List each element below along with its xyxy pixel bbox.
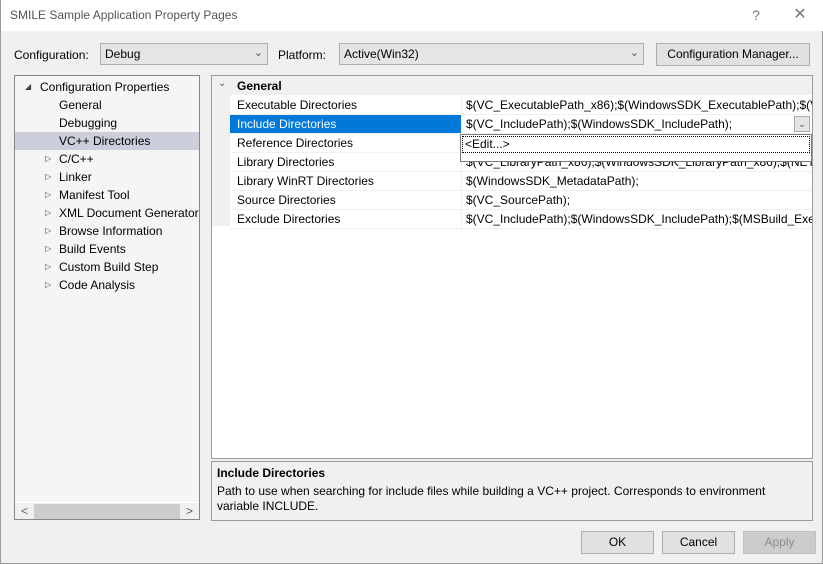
expand-triangle-icon[interactable]: ▷ <box>45 204 51 222</box>
tree-item-label: Build Events <box>59 242 126 256</box>
platform-value: Active(Win32) <box>344 47 419 61</box>
property-pages-dialog: SMILE Sample Application Property Pages … <box>0 0 823 564</box>
close-button[interactable]: ✕ <box>785 4 815 26</box>
chevron-down-icon: ⌄ <box>629 47 639 59</box>
tree-item-label: VC++ Directories <box>59 134 151 148</box>
property-name[interactable]: Library WinRT Directories <box>230 172 462 190</box>
collapse-chevron-icon[interactable]: ⌄ <box>218 78 226 89</box>
tree-item-vc-directories[interactable]: VC++ Directories <box>15 132 199 150</box>
description-title: Include Directories <box>217 466 326 480</box>
ok-button[interactable]: OK <box>581 531 654 554</box>
property-row-include-directories[interactable]: Include Directories $(VC_IncludePath);$(W… <box>230 115 812 134</box>
property-name[interactable]: Executable Directories <box>230 96 462 114</box>
apply-button[interactable]: Apply <box>743 531 816 554</box>
tree-item-label: Custom Build Step <box>59 260 159 274</box>
platform-combo[interactable]: Active(Win32) ⌄ <box>339 43 644 65</box>
help-button[interactable]: ? <box>741 4 771 26</box>
property-name[interactable]: Source Directories <box>230 191 462 209</box>
property-row-executable-directories[interactable]: Executable Directories $(VC_ExecutablePat… <box>230 96 812 115</box>
dropdown-chevron-icon[interactable]: ⌄ <box>794 116 810 132</box>
tree-item-label: Linker <box>59 170 92 184</box>
tree-item-custom-build-step[interactable]: ▷ Custom Build Step <box>15 258 199 276</box>
tree-item-label: Browse Information <box>59 224 163 238</box>
property-value[interactable]: $(VC_IncludePath);$(WindowsSDK_IncludePa… <box>462 115 812 133</box>
tree-item-label: General <box>59 98 102 112</box>
configuration-manager-button[interactable]: Configuration Manager... <box>656 43 810 66</box>
property-tree: ◢ Configuration Properties General Debugg… <box>14 75 200 520</box>
description-text: Path to use when searching for include f… <box>217 484 766 513</box>
window-title: SMILE Sample Application Property Pages <box>10 8 238 22</box>
property-row-library-winrt-directories[interactable]: Library WinRT Directories $(WindowsSDK_Me… <box>230 172 812 191</box>
category-general[interactable]: ⌄ General <box>212 76 812 95</box>
tree-item-label: XML Document Generator <box>59 206 199 220</box>
property-row-exclude-directories[interactable]: Exclude Directories $(VC_IncludePath);$(W… <box>230 210 812 229</box>
title-bar: SMILE Sample Application Property Pages … <box>1 0 823 31</box>
tree-item-browse-information[interactable]: ▷ Browse Information <box>15 222 199 240</box>
property-name[interactable]: Exclude Directories <box>230 210 462 228</box>
expand-triangle-icon[interactable]: ▷ <box>45 168 51 186</box>
include-directories-dropdown-list: <Edit...> <box>460 134 812 162</box>
tree-item-label: C/C++ <box>59 152 94 166</box>
expand-triangle-icon[interactable]: ▷ <box>45 150 51 168</box>
tree-item-xml-document-generator[interactable]: ▷ XML Document Generator <box>15 204 199 222</box>
tree-root-label: Configuration Properties <box>40 80 170 94</box>
tree-root-configuration-properties[interactable]: ◢ Configuration Properties <box>15 78 199 96</box>
configuration-combo[interactable]: Debug ⌄ <box>100 43 268 65</box>
tree-item-manifest-tool[interactable]: ▷ Manifest Tool <box>15 186 199 204</box>
property-name[interactable]: Include Directories <box>230 115 462 133</box>
tree-item-label: Code Analysis <box>59 278 136 292</box>
property-name[interactable]: Library Directories <box>230 153 462 171</box>
tree-item-debugging[interactable]: Debugging <box>15 114 199 132</box>
property-value[interactable]: $(WindowsSDK_MetadataPath); <box>462 172 812 190</box>
expand-triangle-icon[interactable]: ▷ <box>45 222 51 240</box>
tree-item-code-analysis[interactable]: ▷ Code Analysis <box>15 276 199 294</box>
chevron-down-icon: ⌄ <box>253 47 263 59</box>
scrollbar-thumb[interactable] <box>34 504 180 519</box>
scroll-right-icon[interactable]: > <box>181 503 198 519</box>
configuration-label: Configuration: <box>14 48 89 62</box>
property-value[interactable]: $(VC_SourcePath); <box>462 191 812 209</box>
tree-horizontal-scrollbar[interactable]: < > <box>15 502 199 519</box>
configuration-value: Debug <box>105 47 141 61</box>
dropdown-item-edit[interactable]: <Edit...> <box>462 136 810 153</box>
expand-triangle-icon[interactable]: ▷ <box>45 258 51 276</box>
tree-item-label: Manifest Tool <box>59 188 130 202</box>
tree-item-general[interactable]: General <box>15 96 199 114</box>
tree-item-build-events[interactable]: ▷ Build Events <box>15 240 199 258</box>
tree-item-label: Debugging <box>59 116 118 130</box>
expand-triangle-icon[interactable]: ▷ <box>45 240 51 258</box>
tree-item-linker[interactable]: ▷ Linker <box>15 168 199 186</box>
platform-label: Platform: <box>278 48 327 62</box>
property-value[interactable]: $(VC_ExecutablePath_x86);$(WindowsSDK_Ex… <box>462 96 812 114</box>
property-value[interactable]: $(VC_IncludePath);$(WindowsSDK_IncludePa… <box>462 210 812 228</box>
expand-triangle-icon[interactable]: ▷ <box>45 186 51 204</box>
grid-left-margin <box>212 76 230 226</box>
expanded-triangle-icon[interactable]: ◢ <box>25 78 31 96</box>
category-label: General <box>237 79 282 93</box>
expand-triangle-icon[interactable]: ▷ <box>45 276 51 294</box>
property-row-source-directories[interactable]: Source Directories $(VC_SourcePath); <box>230 191 812 210</box>
cancel-button[interactable]: Cancel <box>662 531 735 554</box>
property-grid: ⌄ General Executable Directories $(VC_Exe… <box>211 75 813 459</box>
description-panel: Include Directories Path to use when sea… <box>211 461 813 521</box>
property-name[interactable]: Reference Directories <box>230 134 462 152</box>
scroll-left-icon[interactable]: < <box>16 503 33 519</box>
tree-item-c-c[interactable]: ▷ C/C++ <box>15 150 199 168</box>
